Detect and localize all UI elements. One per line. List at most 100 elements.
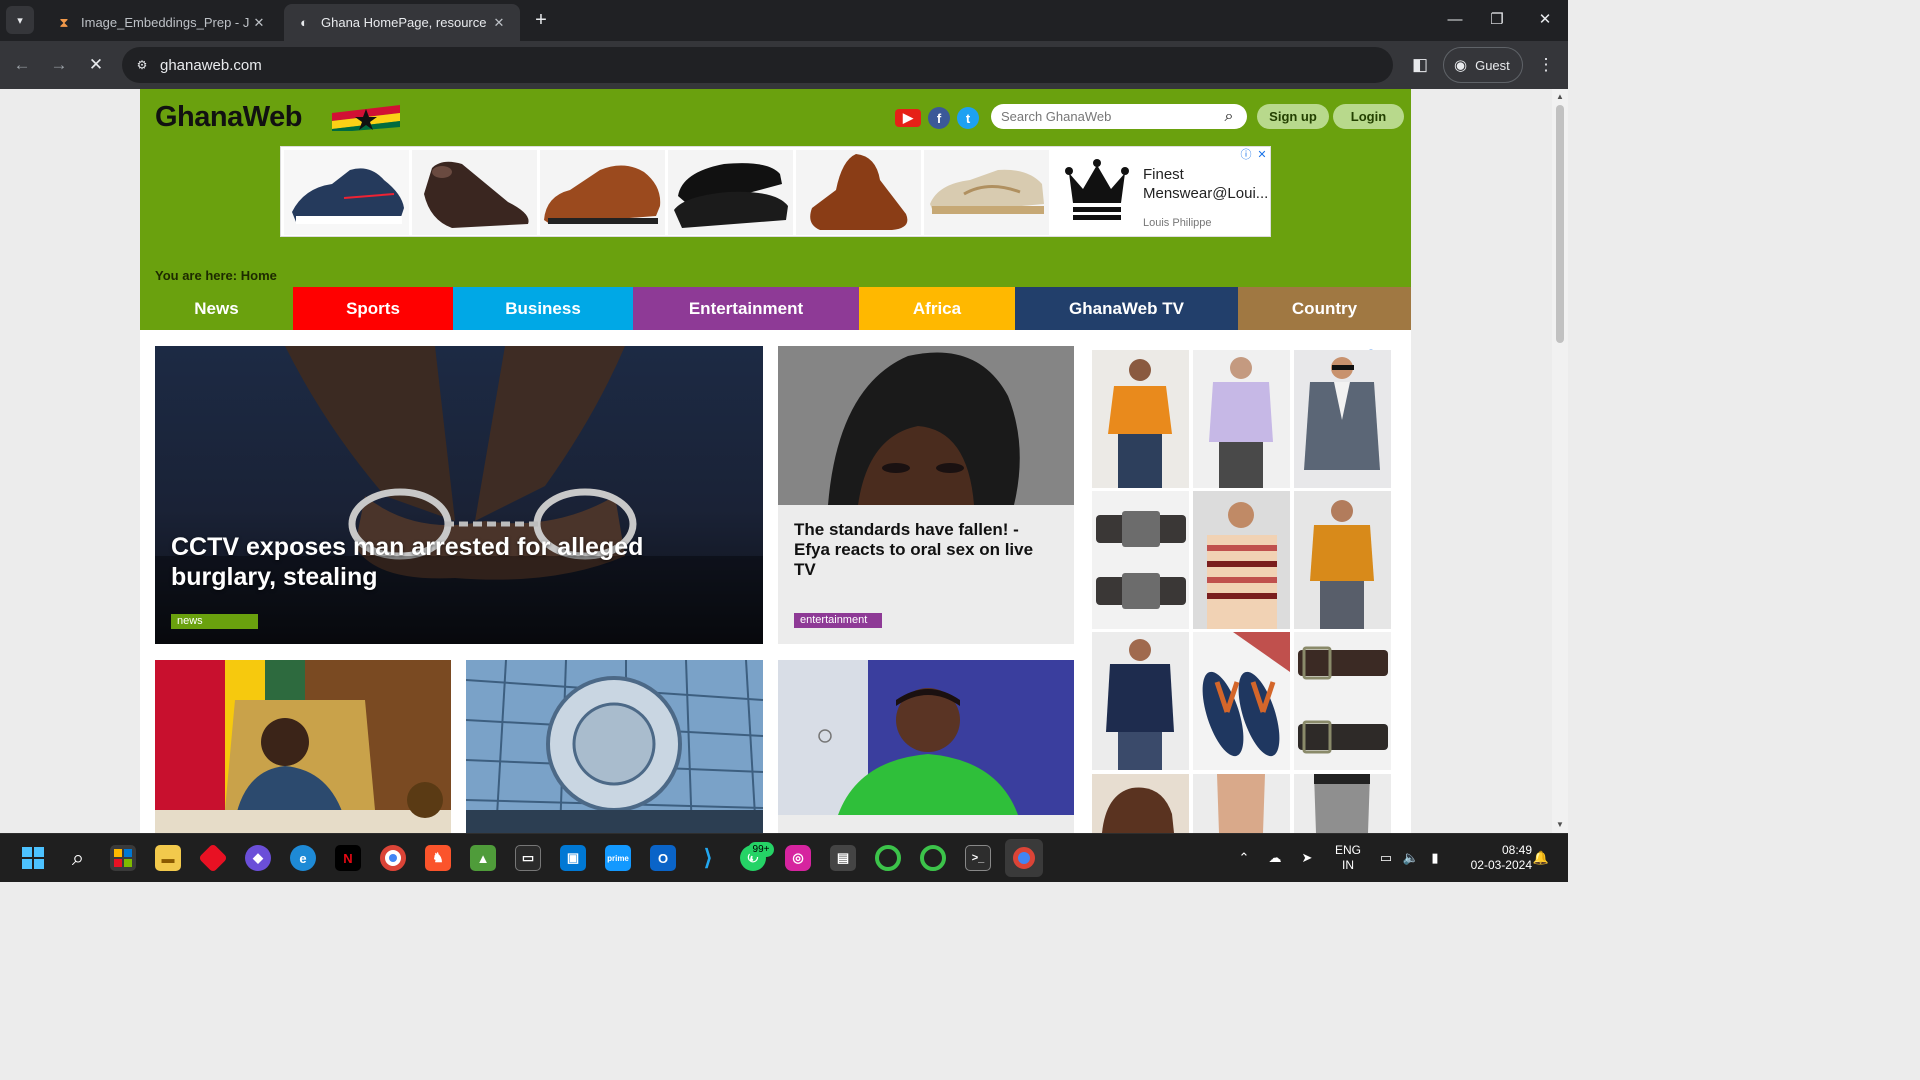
- prime-video-icon[interactable]: prime: [605, 845, 631, 871]
- nav-entertainment[interactable]: Entertainment: [633, 287, 859, 330]
- ad-image-oxford[interactable]: [540, 150, 665, 235]
- display-icon[interactable]: ▭: [1377, 849, 1395, 867]
- story-card-sports-presenter[interactable]: [778, 660, 1074, 833]
- nav-business[interactable]: Business: [453, 287, 633, 330]
- outlook-icon[interactable]: O: [650, 845, 676, 871]
- app-green-ring-icon-2[interactable]: [920, 845, 946, 871]
- vscode-icon[interactable]: ⟩: [695, 845, 721, 871]
- ad-tile-striped-polo[interactable]: [1193, 491, 1290, 629]
- nav-africa[interactable]: Africa: [859, 287, 1015, 330]
- profile-button[interactable]: ◉ Guest: [1443, 47, 1523, 83]
- entertainment-story-card[interactable]: The standards have fallen! - Efya reacts…: [778, 346, 1074, 644]
- instagram-icon[interactable]: ◎: [785, 845, 811, 871]
- nav-country[interactable]: Country: [1238, 287, 1411, 330]
- mute-speaker-icon[interactable]: 🔈: [1402, 849, 1420, 867]
- url-text[interactable]: ghanaweb.com: [160, 57, 262, 74]
- ad-tile-navy-check-shirt[interactable]: [1092, 632, 1189, 770]
- tray-overflow-chevron-icon[interactable]: ⌃: [1235, 849, 1253, 867]
- menu-kebab-icon[interactable]: ⋮: [1534, 53, 1558, 77]
- ad-tile-orange-polo[interactable]: [1092, 350, 1189, 488]
- edge-icon[interactable]: e: [290, 845, 316, 871]
- address-bar[interactable]: ⚙ ghanaweb.com: [122, 47, 1393, 83]
- ad-tile-flip-flops[interactable]: [1193, 632, 1290, 770]
- stop-loading-button[interactable]: ✕: [84, 53, 108, 77]
- ad-tile-lavender-shirt[interactable]: [1193, 350, 1290, 488]
- language-indicator[interactable]: ENG IN: [1330, 843, 1366, 873]
- ad-tile-loafers[interactable]: [1092, 774, 1189, 833]
- ad-choices-icon[interactable]: ⓘ: [1239, 148, 1253, 162]
- ad-tile-belt-brown[interactable]: [1294, 632, 1391, 770]
- shoe-ad-banner[interactable]: Finest Menswear@Loui... Louis Philippe ⓘ…: [280, 146, 1271, 237]
- youtube-icon[interactable]: ▶: [895, 109, 921, 127]
- hero-story-card[interactable]: CCTV exposes man arrested for alleged bu…: [155, 346, 763, 644]
- image-viewer-icon[interactable]: ▲: [470, 845, 496, 871]
- twitter-icon[interactable]: t: [957, 107, 979, 129]
- scroll-down-icon[interactable]: ▼: [1552, 818, 1568, 832]
- ad-tile-check-blazer[interactable]: [1294, 350, 1391, 488]
- ad-close-icon[interactable]: ✕: [1255, 148, 1269, 162]
- ad-copy[interactable]: Finest Menswear@Loui...: [1143, 165, 1268, 203]
- search-icon[interactable]: ⌕: [65, 845, 91, 871]
- ad-image-loafer[interactable]: [668, 150, 793, 235]
- start-windows-icon[interactable]: [20, 845, 46, 871]
- onedrive-icon[interactable]: ☁: [1266, 849, 1284, 867]
- nav-news[interactable]: News: [140, 287, 293, 330]
- close-tab-icon[interactable]: ✕: [250, 15, 268, 31]
- nav-ghanaweb-tv[interactable]: GhanaWeb TV: [1015, 287, 1238, 330]
- tab-search-button[interactable]: ▾: [6, 6, 34, 34]
- entertainment-story-title[interactable]: The standards have fallen! - Efya reacts…: [794, 520, 1054, 580]
- widgets-icon[interactable]: [110, 845, 136, 871]
- search-icon[interactable]: ⌕: [1221, 108, 1237, 125]
- tab-jupyter[interactable]: ⧗ Image_Embeddings_Prep - Jupy ✕: [44, 4, 280, 41]
- hero-story-title[interactable]: CCTV exposes man arrested for alleged bu…: [171, 532, 731, 592]
- story-tag-entertainment[interactable]: entertainment: [794, 613, 882, 628]
- app-green-ring-icon[interactable]: [875, 845, 901, 871]
- nav-sports[interactable]: Sports: [293, 287, 453, 330]
- ad-tile-belt-dark[interactable]: [1092, 491, 1189, 629]
- ad-image-sneaker[interactable]: [284, 150, 409, 235]
- ad-tile-beige-chinos[interactable]: [1193, 774, 1290, 833]
- copilot-icon[interactable]: ◆: [245, 845, 271, 871]
- new-tab-button[interactable]: +: [530, 8, 552, 32]
- restore-button[interactable]: ❐: [1482, 8, 1512, 32]
- ad-image-casual-sneaker[interactable]: [924, 150, 1049, 235]
- chrome-active-icon[interactable]: [1005, 839, 1043, 877]
- back-button[interactable]: ←: [10, 53, 34, 77]
- close-window-button[interactable]: ✕: [1530, 8, 1560, 32]
- site-info-icon[interactable]: ⚙: [132, 55, 152, 75]
- notification-bell-icon[interactable]: 🔔: [1532, 849, 1550, 867]
- story-card-imf[interactable]: [466, 660, 763, 833]
- ad-image-brogue[interactable]: [412, 150, 537, 235]
- tab-ghanaweb[interactable]: ◐ Ghana HomePage, resource for ✕: [284, 4, 520, 41]
- menswear-side-ad[interactable]: ⓘ ✕: [1091, 347, 1393, 833]
- terminal-icon[interactable]: >_: [965, 845, 991, 871]
- ad-image-derby[interactable]: [796, 150, 921, 235]
- scroll-up-icon[interactable]: ▲: [1552, 90, 1568, 104]
- forward-button[interactable]: →: [47, 53, 71, 77]
- story-card-president[interactable]: [155, 660, 451, 833]
- clock[interactable]: 08:49 02-03-2024: [1452, 843, 1532, 873]
- side-panel-button[interactable]: ◧: [1408, 53, 1432, 77]
- battery-icon[interactable]: ▮: [1426, 849, 1444, 867]
- store-icon[interactable]: ▣: [560, 845, 586, 871]
- file-explorer-icon[interactable]: ▬: [155, 845, 181, 871]
- scroll-thumb[interactable]: [1556, 105, 1564, 343]
- breadcrumb-home[interactable]: Home: [241, 268, 277, 283]
- netflix-icon[interactable]: N: [335, 845, 361, 871]
- ad-tile-mustard-polo[interactable]: [1294, 491, 1391, 629]
- facebook-icon[interactable]: f: [928, 107, 950, 129]
- location-icon[interactable]: ➤: [1298, 849, 1316, 867]
- search-input[interactable]: [1001, 109, 1221, 124]
- brave-icon[interactable]: ♞: [425, 845, 451, 871]
- login-button[interactable]: Login: [1333, 104, 1404, 129]
- signup-button[interactable]: Sign up: [1257, 104, 1329, 129]
- terminal-app-icon[interactable]: ▭: [515, 845, 541, 871]
- page-scrollbar[interactable]: ▲ ▼: [1552, 89, 1568, 833]
- site-logo[interactable]: GhanaWeb: [155, 101, 302, 134]
- close-tab-icon[interactable]: ✕: [490, 15, 508, 31]
- ad-tile-grey-trousers[interactable]: [1294, 774, 1391, 833]
- app-red-diamond-icon[interactable]: [198, 843, 228, 873]
- app-window-icon[interactable]: ▤: [830, 845, 856, 871]
- minimize-button[interactable]: —: [1440, 8, 1470, 32]
- story-tag-news[interactable]: news: [171, 614, 258, 629]
